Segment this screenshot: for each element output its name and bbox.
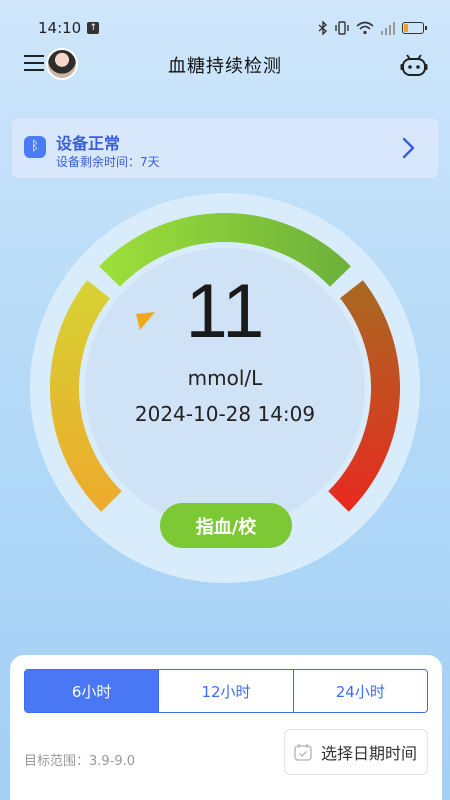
chevron-right-icon[interactable] xyxy=(402,136,416,160)
device-status-card[interactable]: ᛒ 设备正常 设备剩余时间：7天 xyxy=(12,118,438,178)
page-title: 血糖持续检测 xyxy=(168,56,282,77)
glucose-value: 11 xyxy=(185,269,265,354)
tab-12h[interactable]: 12小时 xyxy=(159,670,294,712)
menu-icon[interactable] xyxy=(24,55,44,73)
app-header: 血糖持续检测 xyxy=(0,44,450,86)
glucose-unit: mmol/L xyxy=(187,366,263,390)
upload-icon: ↑ xyxy=(87,22,100,34)
vibrate-icon xyxy=(335,21,349,35)
calendar-icon xyxy=(294,744,312,761)
device-remaining-time: 设备剩余时间：7天 xyxy=(56,155,160,169)
tab-6h[interactable]: 6小时 xyxy=(25,670,160,712)
bottom-panel: 6小时 12小时 24小时 目标范围：3.9-9.0 选择日期时间 xyxy=(10,655,442,800)
wifi-icon xyxy=(356,21,374,35)
date-picker-label: 选择日期时间 xyxy=(321,744,418,763)
avatar[interactable] xyxy=(46,48,78,80)
time-range-tabs: 6小时 12小时 24小时 xyxy=(24,669,428,713)
glucose-gauge: 11 mmol/L 2024-10-28 14:09 指血/校 xyxy=(0,190,450,590)
reading-timestamp: 2024-10-28 14:09 xyxy=(134,402,316,426)
status-time: 14:10 xyxy=(38,19,82,37)
signal-icon xyxy=(381,22,395,35)
date-picker-button[interactable]: 选择日期时间 xyxy=(284,729,428,775)
battery-fill xyxy=(404,24,409,32)
bluetooth-icon xyxy=(318,21,328,35)
calibrate-button[interactable]: 指血/校 xyxy=(160,503,292,548)
target-range: 目标范围：3.9-9.0 xyxy=(24,754,136,769)
status-icons xyxy=(318,21,427,35)
device-status: 设备正常 xyxy=(56,134,121,153)
bluetooth-badge-icon: ᛒ xyxy=(24,136,46,158)
tab-24h[interactable]: 24小时 xyxy=(293,670,427,712)
robot-icon[interactable] xyxy=(400,52,428,78)
battery-icon xyxy=(402,22,427,34)
status-time-group: 14:10 ↑ xyxy=(38,19,100,37)
